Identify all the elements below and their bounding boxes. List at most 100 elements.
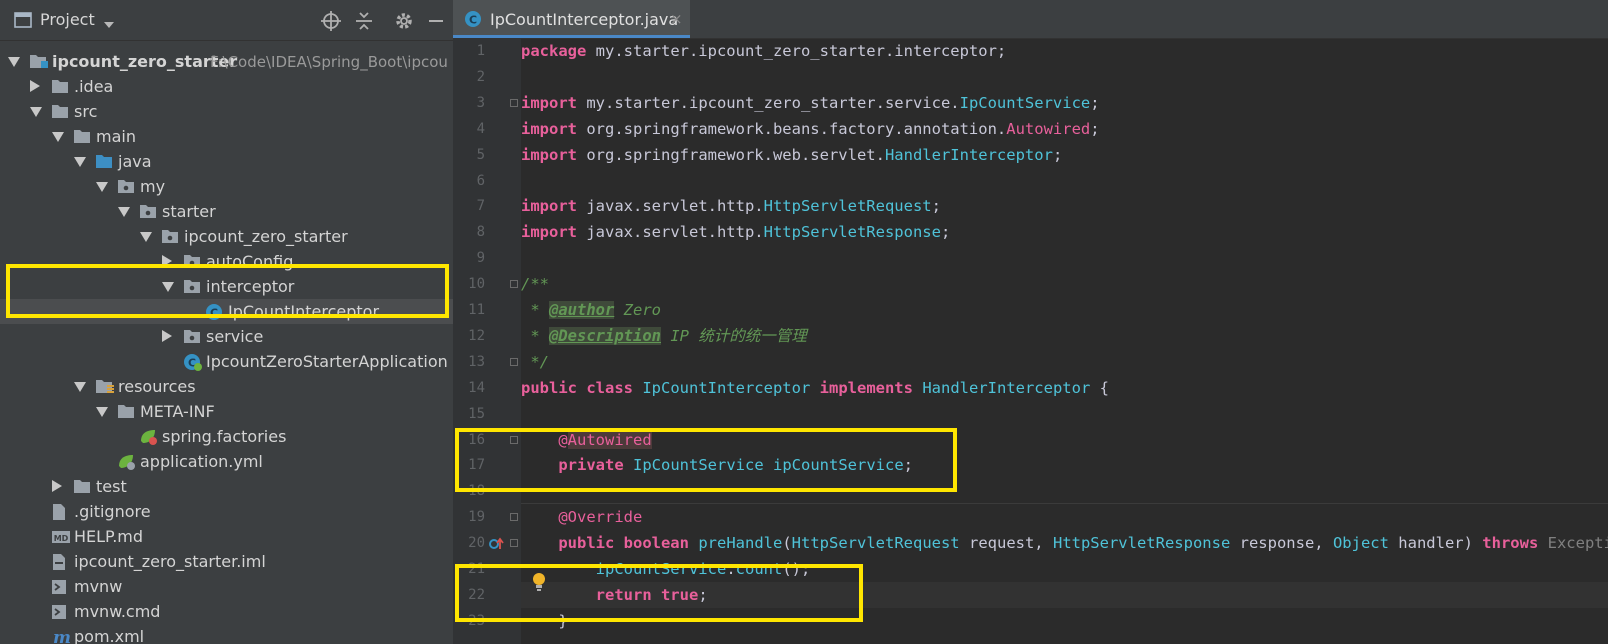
code-line[interactable] [521, 245, 1608, 271]
line-number: 1 [476, 43, 485, 59]
fold-marker-icon[interactable] [510, 357, 518, 366]
tree-item[interactable]: test [0, 474, 453, 499]
tree-item[interactable]: main [0, 124, 453, 149]
expand-arrow-down-icon[interactable] [118, 207, 130, 217]
gear-icon[interactable] [393, 10, 415, 32]
code-line[interactable]: import javax.servlet.http.HttpServletRes… [521, 219, 1608, 245]
tree-item-label: starter [162, 202, 216, 221]
code-line[interactable]: * @author Zero [521, 297, 1608, 323]
code-line[interactable]: import org.springframework.beans.factory… [521, 116, 1608, 142]
fold-marker-icon[interactable] [510, 513, 518, 522]
tree-item[interactable]: java [0, 149, 453, 174]
expand-arrow-down-icon[interactable] [74, 382, 86, 392]
hide-panel-icon[interactable] [425, 10, 447, 32]
tree-item[interactable]: application.yml [0, 449, 453, 474]
tree-item[interactable]: C IpcountZeroStarterApplication [0, 349, 453, 374]
tree-item[interactable]: MD HELP.md [0, 524, 453, 549]
code-line[interactable] [521, 401, 1608, 427]
project-view-icon[interactable] [14, 11, 32, 33]
code-token: IP 统计的统一管理 [660, 326, 807, 345]
expand-arrow-down-icon[interactable] [52, 132, 64, 142]
code-line[interactable]: return true; [521, 581, 1608, 608]
code-token: HttpServletResponse [1052, 534, 1231, 553]
code-line[interactable] [521, 168, 1608, 194]
code-token: @Description [549, 326, 661, 345]
fold-marker-icon[interactable] [510, 435, 518, 444]
expand-arrow-right-icon[interactable] [30, 80, 40, 92]
code-line[interactable]: package my.starter.ipcount_zero_starter.… [521, 38, 1608, 64]
editor-gutter: 1 2 3 4 5 6 7 8 9 10 11 12 13 14 15 16 17 18 19 20 21 22 23 [453, 38, 521, 644]
code-line[interactable]: public boolean preHandle(HttpServletRequ… [521, 530, 1608, 556]
code-line[interactable]: * @Description IP 统计的统一管理 [521, 323, 1608, 349]
tree-item[interactable]: .idea [0, 74, 453, 99]
tree-item[interactable]: .gitignore [0, 499, 453, 524]
code-line[interactable]: private IpCountService ipCountService; [521, 452, 1608, 478]
code-line[interactable]: import javax.servlet.http.HttpServletReq… [521, 193, 1608, 219]
editor-tab-ipcountinterceptor[interactable]: C IpCountInterceptor.java × [453, 0, 690, 38]
expand-arrow-down-icon[interactable] [74, 157, 86, 167]
code-token: . [726, 560, 736, 578]
code-line[interactable]: import org.springframework.web.servlet.H… [521, 142, 1608, 168]
expand-arrow-down-icon[interactable] [30, 107, 42, 117]
expand-arrow-down-icon[interactable] [8, 57, 20, 67]
locate-file-icon[interactable] [320, 10, 342, 32]
code-line[interactable]: import my.starter.ipcount_zero_starter.s… [521, 90, 1608, 116]
close-icon[interactable]: × [670, 10, 683, 28]
tree-item[interactable]: autoConfig [0, 249, 453, 274]
fold-marker-icon[interactable] [510, 539, 518, 548]
tree-item[interactable]: my [0, 174, 453, 199]
fold-marker-icon[interactable] [510, 98, 518, 107]
tree-item[interactable]: mvnw.cmd [0, 599, 453, 624]
fold-marker-icon[interactable] [510, 280, 518, 289]
code-line[interactable]: public class IpCountInterceptor implemen… [521, 375, 1608, 401]
tree-item[interactable]: starter [0, 199, 453, 224]
expand-arrow-right-icon[interactable] [162, 255, 172, 267]
code-token: javax.servlet.http. [577, 223, 764, 242]
implements-method-icon[interactable] [489, 536, 505, 555]
code-line[interactable] [521, 64, 1608, 90]
resources-folder-icon [95, 378, 115, 398]
code-line[interactable]: ipCountService.count(); [521, 556, 1608, 582]
lightbulb-icon[interactable] [531, 572, 547, 596]
code-token: import [521, 119, 577, 138]
line-number: 15 [468, 405, 485, 422]
code-area[interactable]: package my.starter.ipcount_zero_starter.… [521, 38, 1608, 644]
expand-arrow-right-icon[interactable] [162, 330, 172, 342]
chevron-down-icon[interactable] [103, 15, 115, 34]
tree-item[interactable]: META-INF [0, 399, 453, 424]
code-line[interactable]: } [521, 608, 1608, 634]
code-line[interactable]: @Override [521, 504, 1608, 530]
code-token: public class [521, 378, 633, 397]
tree-item[interactable]: ipcount_zero_starter.iml [0, 549, 453, 574]
code-token: count [735, 560, 783, 578]
folder-icon [117, 403, 135, 423]
code-line[interactable]: /** [521, 271, 1608, 297]
tree-item[interactable]: resources [0, 374, 453, 399]
expand-arrow-down-icon[interactable] [96, 407, 108, 417]
tree-item[interactable]: ipcount_zero_starter [0, 224, 453, 249]
java-class-icon: C [205, 303, 223, 325]
expand-arrow-down-icon[interactable] [162, 282, 174, 292]
tree-item[interactable]: m pom.xml [0, 624, 453, 644]
spring-factories-icon [139, 428, 159, 450]
code-token: } [521, 611, 568, 630]
code-token: my.starter.ipcount_zero_starter.service. [577, 93, 960, 112]
tree-item[interactable]: C IpCountInterceptor [0, 299, 453, 324]
tree-item[interactable]: src [0, 99, 453, 124]
expand-arrow-right-icon[interactable] [52, 480, 62, 492]
expand-arrow-down-icon[interactable] [140, 232, 152, 242]
editor-tab-strip: C IpCountInterceptor.java × [453, 0, 1608, 39]
tree-item[interactable]: mvnw [0, 574, 453, 599]
expand-arrow-down-icon[interactable] [96, 182, 108, 192]
collapse-all-icon[interactable] [353, 10, 375, 32]
code-line[interactable]: @Autowired [521, 427, 1608, 453]
tree-item[interactable]: service [0, 324, 453, 349]
code-line[interactable]: */ [521, 349, 1608, 375]
project-panel-title[interactable]: Project [40, 10, 95, 29]
tree-item[interactable]: spring.factories [0, 424, 453, 449]
code-token: ; [931, 197, 941, 216]
code-line[interactable] [521, 478, 1608, 504]
iml-file-icon [51, 553, 67, 575]
tree-item[interactable]: interceptor [0, 274, 453, 299]
tree-item[interactable]: ipcount_zero_starter F:\Code\IDEA\Spring_… [0, 49, 453, 74]
